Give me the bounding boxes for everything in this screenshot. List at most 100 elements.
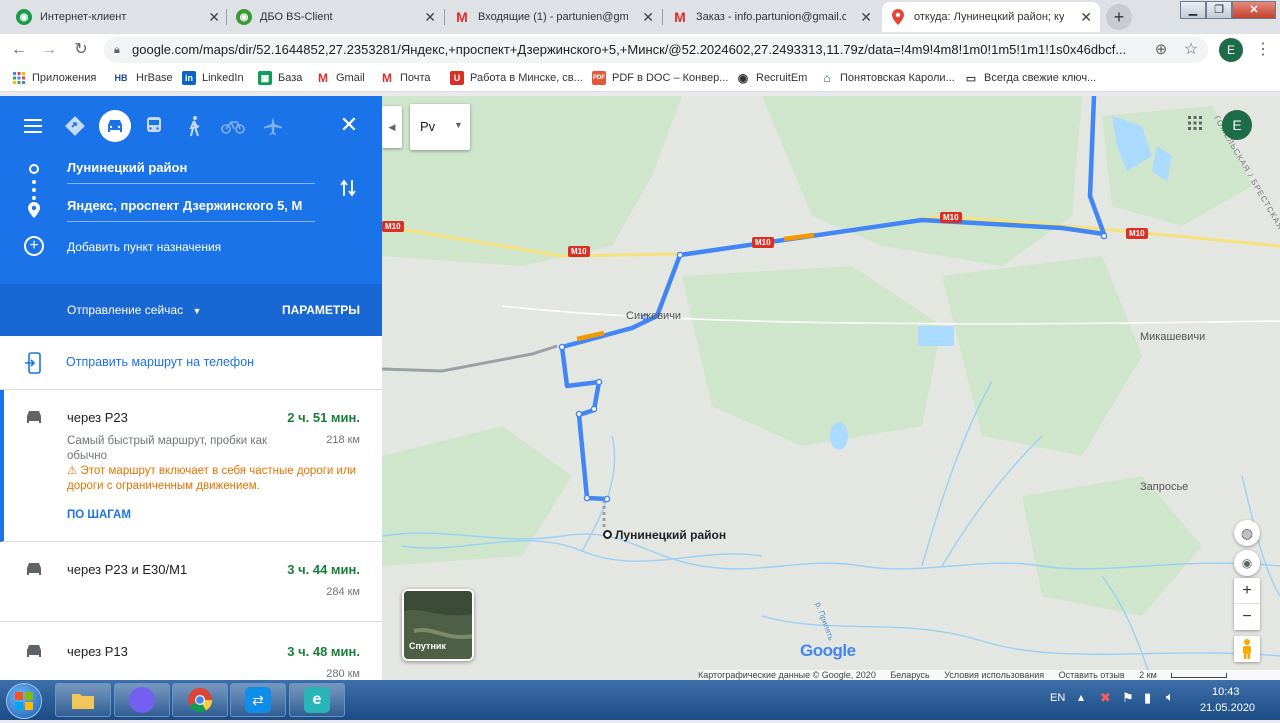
add-destination-icon[interactable]: + <box>24 236 44 256</box>
bookmark-keys[interactable]: ▭ Всегда свежие ключ... <box>964 71 1096 85</box>
start-button[interactable] <box>6 683 42 719</box>
close-icon[interactable]: ✕ <box>208 9 220 26</box>
depart-time-dropdown[interactable]: Отправление сейчас ▼ <box>67 303 201 317</box>
tab-gmail-inbox[interactable]: M Входящие (1) - partunien@gmail.c ✕ <box>446 2 662 32</box>
hamburger-menu-icon[interactable] <box>24 118 44 134</box>
minimize-button[interactable]: ▁ <box>1180 1 1206 19</box>
eset-icon: e <box>304 687 330 713</box>
gmail-icon: M <box>456 9 468 25</box>
send-to-phone-row[interactable]: Отправить маршрут на телефон <box>0 336 382 390</box>
bookmark-baza[interactable]: ▦ База <box>258 71 302 85</box>
walking-mode-icon[interactable] <box>180 112 208 140</box>
bookmark-ponyatovskaya[interactable]: ⌂ Понятовская Кароли... <box>820 71 954 85</box>
depart-label: Отправление сейчас <box>67 303 184 317</box>
bookmark-apps[interactable]: Приложения <box>12 71 96 85</box>
bicycle-mode-icon[interactable] <box>219 112 247 140</box>
best-route-mode-icon[interactable] <box>61 112 89 140</box>
send-to-device-icon <box>24 352 42 379</box>
linkedin-icon: in <box>182 71 196 85</box>
route-distance: 280 км <box>326 668 360 680</box>
bookmark-gmail[interactable]: M Gmail <box>316 71 365 85</box>
country-link[interactable]: Беларусь <box>890 670 929 680</box>
taskbar-chrome[interactable] <box>172 683 228 717</box>
language-indicator[interactable]: EN <box>1050 692 1065 704</box>
profile-avatar[interactable]: E <box>1219 38 1243 62</box>
tab-maps[interactable]: откуда: Лунинецкий район; куда ✕ <box>882 2 1100 32</box>
tray-expand-icon[interactable]: ▴ <box>1078 690 1084 704</box>
close-directions-icon[interactable]: ✕ <box>338 114 360 136</box>
terms-link[interactable]: Условия использования <box>944 670 1044 680</box>
tab-title: Заказ - info.partunion@gmail.com <box>696 11 846 23</box>
feedback-link[interactable]: Оставить отзыв <box>1059 670 1125 680</box>
layer-dropdown[interactable]: Рv ▼ <box>410 104 470 150</box>
globe-icon[interactable]: ◍ <box>1234 520 1260 546</box>
taskbar-eset[interactable]: e <box>289 683 345 717</box>
satellite-toggle[interactable]: Спутник <box>402 589 474 661</box>
scale-bar <box>1171 673 1228 679</box>
maximize-button[interactable]: ❐ <box>1206 1 1232 19</box>
address-bar[interactable]: 🔒︎ google.com/maps/dir/52.1644852,27.235… <box>104 37 1208 63</box>
google-apps-icon[interactable] <box>1188 116 1202 135</box>
close-icon[interactable]: ✕ <box>424 9 436 26</box>
send-to-phone-link[interactable]: Отправить маршрут на телефон <box>66 355 254 369</box>
tab-internet-client[interactable]: ◉ Интернет-клиент ✕ <box>8 2 228 32</box>
tab-gmail-order[interactable]: M Заказ - info.partunion@gmail.com ✕ <box>664 2 880 32</box>
tab-dbo[interactable]: ◉ ДБО BS-Client ✕ <box>228 2 444 32</box>
menu-kebab-icon[interactable]: ⋮ <box>1252 39 1274 61</box>
bookmark-hrbase[interactable]: HB HrBase <box>112 71 173 85</box>
add-destination-link[interactable]: Добавить пункт назначения <box>67 240 221 254</box>
flight-mode-icon[interactable] <box>259 112 287 140</box>
my-location-icon[interactable]: ◉ <box>1234 550 1260 576</box>
zoom-out-button[interactable]: − <box>1234 604 1260 630</box>
scale-label: 2 км <box>1139 670 1157 680</box>
bookmark-rabota[interactable]: U Работа в Минске, св... <box>450 71 583 85</box>
route-duration: 3 ч. 44 мин. <box>287 562 360 577</box>
bookmark-label: PDF в DOC – Конвер... <box>612 72 729 84</box>
route-options-button[interactable]: ПАРАМЕТРЫ <box>282 303 360 317</box>
security-alert-icon[interactable]: ✖ <box>1100 690 1111 706</box>
flag-icon[interactable]: ⚑ <box>1122 690 1134 706</box>
map-canvas[interactable]: Лунинецкий район Синкевичи Микашевичи За… <box>382 96 1280 680</box>
rabota-icon: U <box>450 71 464 85</box>
route-option-selected[interactable]: через Р23 2 ч. 51 мин. Самый быстрый мар… <box>0 390 382 542</box>
car-mode-icon[interactable] <box>99 110 131 142</box>
road-shield: M10 <box>1126 228 1148 239</box>
back-icon[interactable]: ← <box>8 39 30 61</box>
volume-icon[interactable]: 🔈︎ <box>1166 689 1174 705</box>
close-icon[interactable]: ✕ <box>860 9 872 26</box>
taskbar-viber[interactable] <box>114 683 170 717</box>
clock-time[interactable]: 10:43 <box>1212 686 1240 698</box>
zoom-in-button[interactable]: + <box>1234 578 1260 604</box>
collapse-panel-button[interactable]: ◀ <box>382 106 402 148</box>
taskbar-explorer[interactable] <box>55 683 111 717</box>
window-close-button[interactable]: ✕ <box>1232 1 1276 19</box>
close-icon[interactable]: ✕ <box>1080 9 1092 26</box>
close-icon[interactable]: ✕ <box>642 9 654 26</box>
taskbar-teamviewer[interactable]: ⇄ <box>230 683 286 717</box>
bookmark-pdf[interactable]: PDF PDF в DOC – Конвер... <box>592 71 728 85</box>
apps-icon <box>12 71 26 85</box>
bookmark-linkedin[interactable]: in LinkedIn <box>182 71 244 85</box>
new-tab-button[interactable]: + <box>1106 4 1132 30</box>
account-avatar[interactable]: E <box>1222 110 1252 140</box>
route-option[interactable]: через Р13 3 ч. 48 мин. 280 км <box>0 622 382 680</box>
step-by-step-link[interactable]: ПО ШАГАМ <box>67 509 131 521</box>
forward-icon[interactable]: → <box>38 39 60 61</box>
clock-date[interactable]: 21.05.2020 <box>1200 702 1255 714</box>
route-option[interactable]: через Р23 и E30/M1 3 ч. 44 мин. 284 км <box>0 542 382 622</box>
reload-icon[interactable]: ↻ <box>70 39 92 61</box>
bookmark-label: База <box>278 72 303 84</box>
destination-input[interactable]: Яндекс, проспект Дзержинского 5, М <box>67 198 315 222</box>
bank-icon: ◉ <box>236 9 252 25</box>
network-icon[interactable]: ▮ <box>1144 690 1151 706</box>
route-distance: 218 км <box>326 434 360 446</box>
swap-waypoints-icon[interactable] <box>339 178 357 203</box>
origin-input[interactable]: Лунинецкий район <box>67 160 315 184</box>
add-tab-search-icon[interactable]: ⊕ <box>1150 39 1172 61</box>
bookmark-recruitem[interactable]: ◉ RecruitEm <box>736 71 808 85</box>
bookmark-label: HrBase <box>136 72 173 84</box>
bookmark-star-icon[interactable]: ☆ <box>1180 39 1202 61</box>
transit-mode-icon[interactable] <box>140 112 168 140</box>
pegman-icon[interactable] <box>1234 636 1260 662</box>
bookmark-pochta[interactable]: M Почта <box>380 71 431 85</box>
